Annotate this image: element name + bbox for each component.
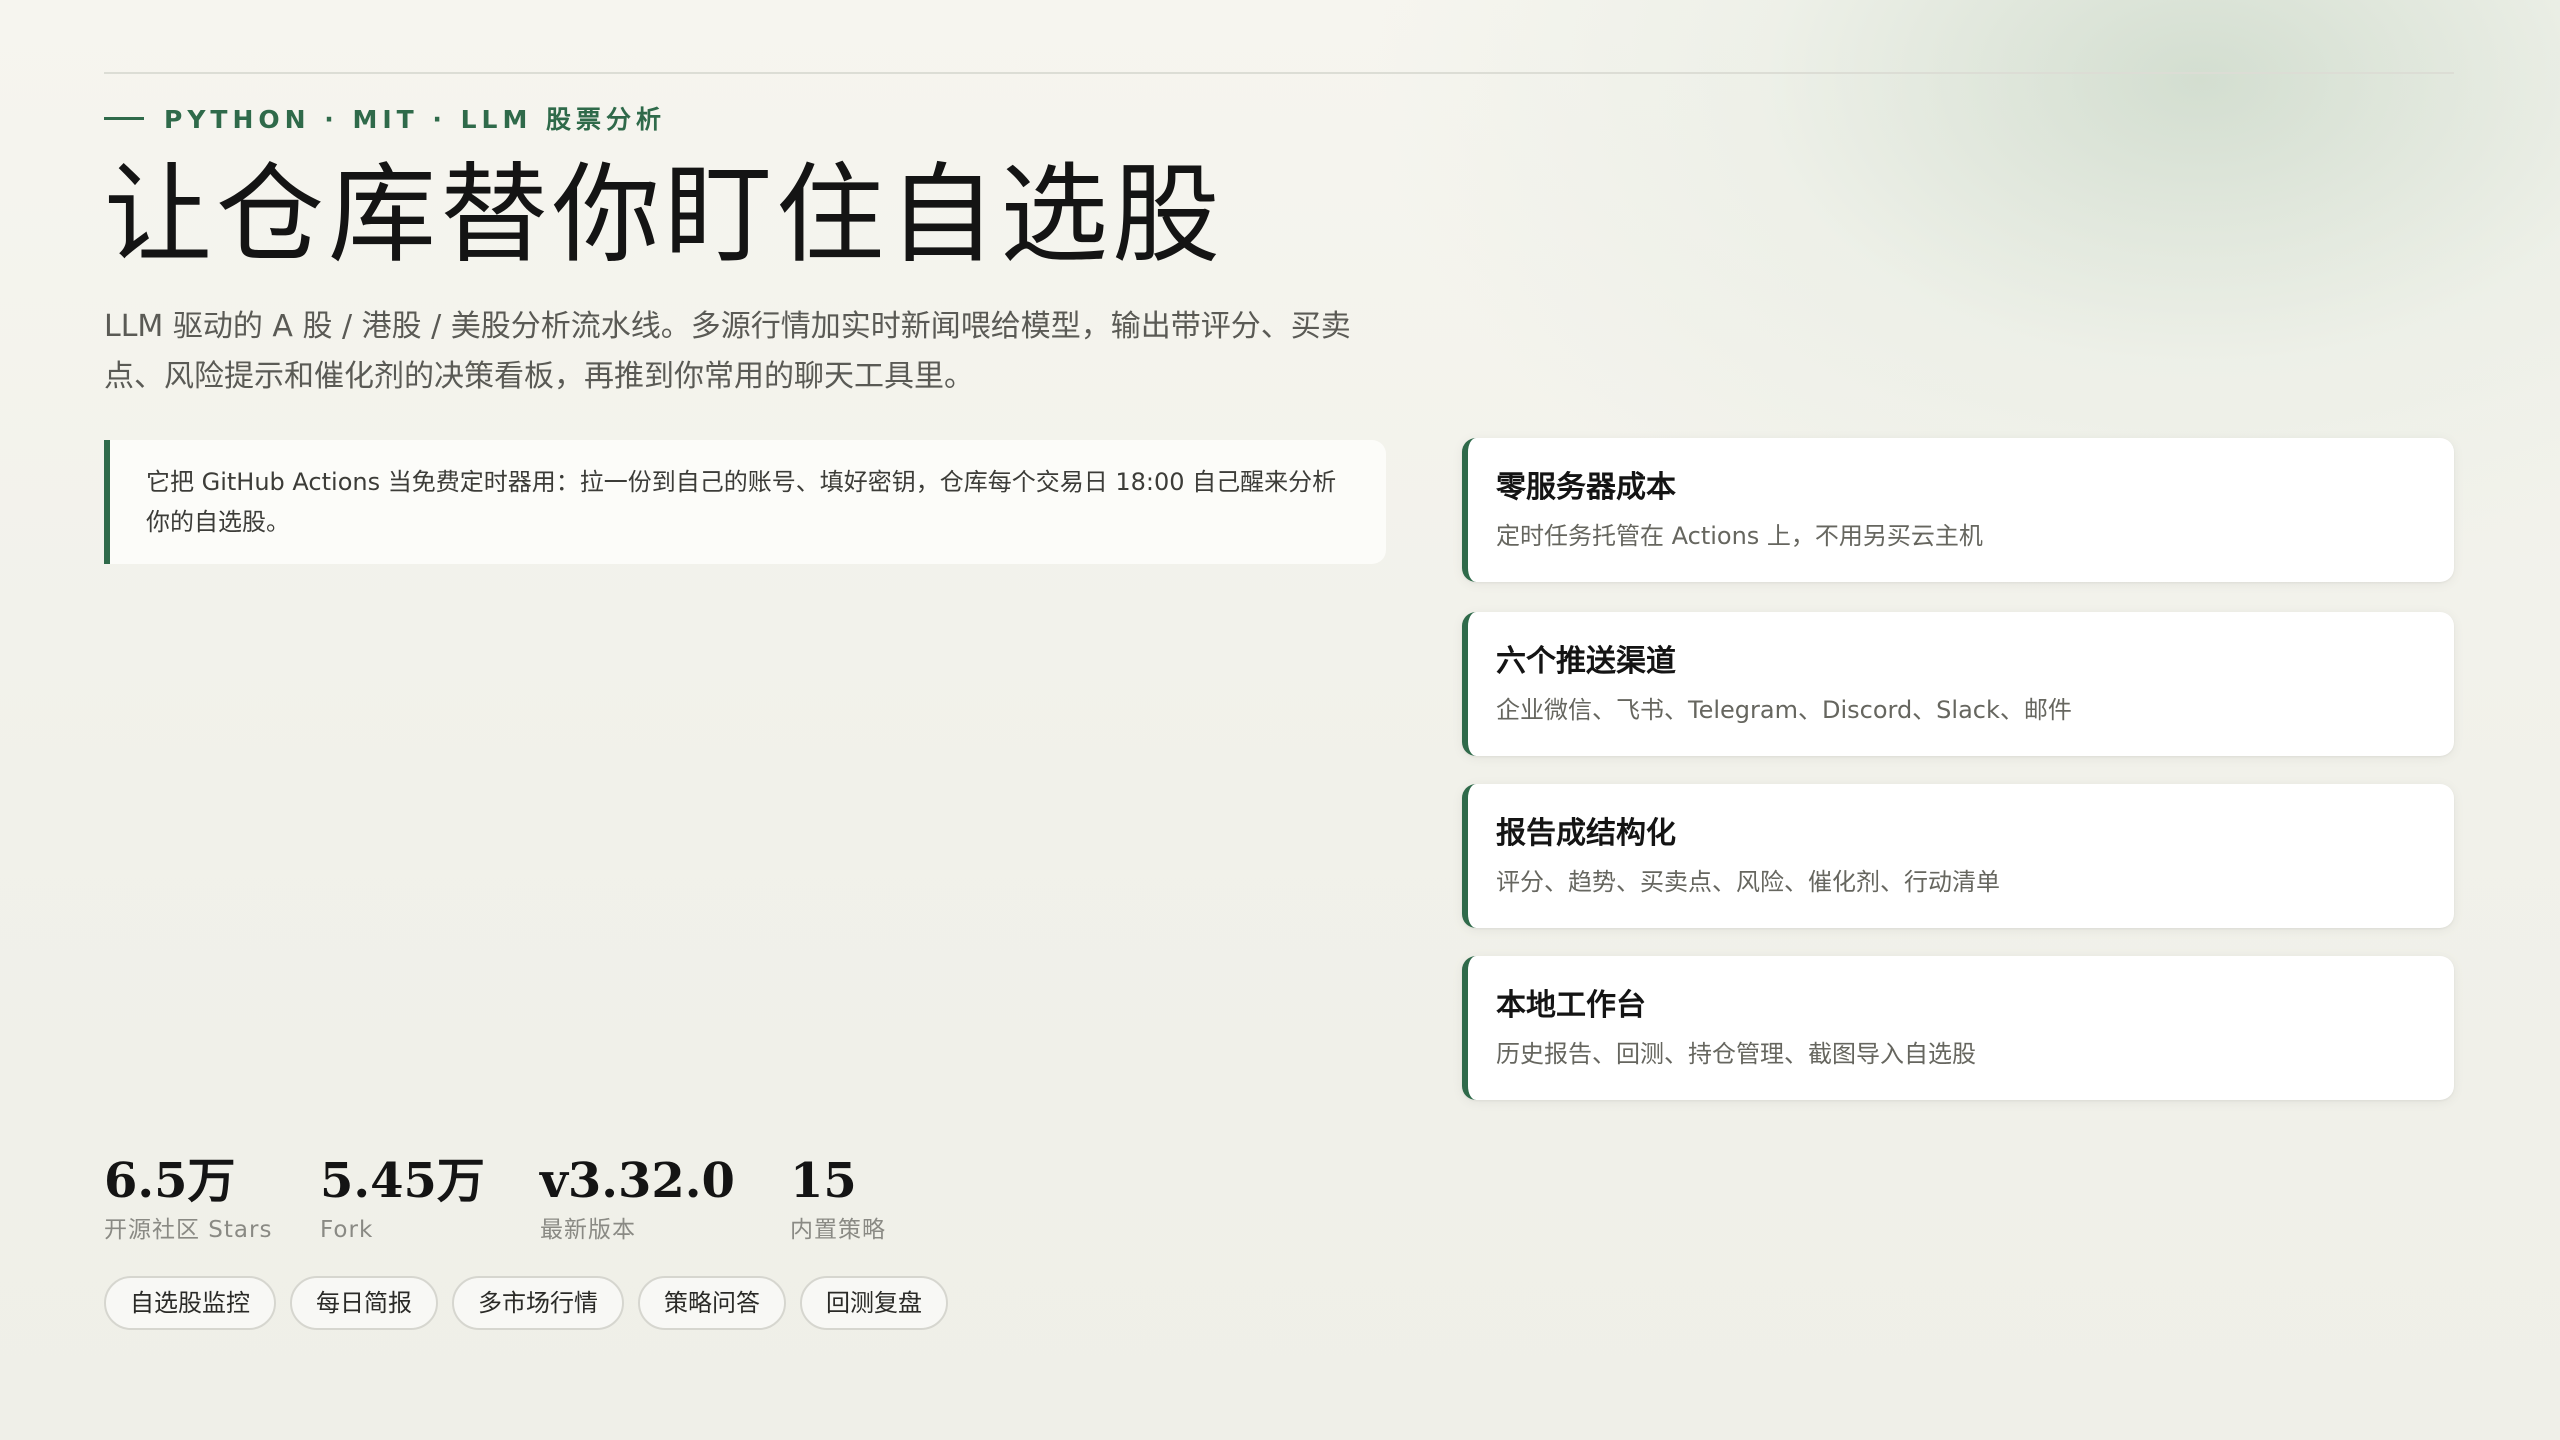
stat-value: v3.32.0 (540, 1153, 735, 1209)
landing-page: PYTHON · MIT · LLM 股票分析 让仓库替你盯住自选股 LLM 驱… (0, 0, 2560, 1440)
stat-value: 6.5万 (104, 1153, 236, 1209)
eyebrow-dash (104, 116, 144, 120)
feature-title: 报告成结构化 (1496, 816, 1676, 851)
feature-desc: 评分、趋势、买卖点、风险、催化剂、行动清单 (1496, 868, 2000, 896)
feature-title: 零服务器成本 (1496, 470, 1676, 505)
stat-label: 开源社区 Stars (104, 1217, 273, 1243)
feature-desc: 历史报告、回测、持仓管理、截图导入自选股 (1496, 1040, 1976, 1068)
stat-label: 最新版本 (540, 1217, 636, 1243)
hero-title: 让仓库替你盯住自选股 (104, 153, 1225, 278)
feature-card-push-channels: 六个推送渠道 企业微信、飞书、Telegram、Discord、Slack、邮件 (1462, 612, 2454, 756)
tag-list: 自选股监控 每日简报 多市场行情 策略问答 回测复盘 (104, 1276, 948, 1332)
stat-label: 内置策略 (790, 1217, 886, 1243)
stat-value: 5.45万 (320, 1153, 485, 1209)
feature-desc: 定时任务托管在 Actions 上，不用另买云主机 (1496, 522, 1983, 550)
eyebrow-text: PYTHON · MIT · LLM 股票分析 (164, 105, 667, 134)
feature-desc: 企业微信、飞书、Telegram、Discord、Slack、邮件 (1496, 696, 2072, 724)
feature-card-zero-server: 零服务器成本 定时任务托管在 Actions 上，不用另买云主机 (1462, 438, 2454, 582)
stat-value: 15 (790, 1153, 857, 1209)
feature-card-structured-report: 报告成结构化 评分、趋势、买卖点、风险、催化剂、行动清单 (1462, 784, 2454, 928)
feature-title: 本地工作台 (1496, 988, 1646, 1023)
callout-box: 它把 GitHub Actions 当免费定时器用：拉一份到自己的账号、填好密钥… (104, 440, 1386, 564)
tag-strategy-qa[interactable]: 策略问答 (638, 1276, 786, 1330)
stat-forks: 5.45万 Fork (320, 1150, 485, 1246)
callout-text: 它把 GitHub Actions 当免费定时器用：拉一份到自己的账号、填好密钥… (146, 468, 1337, 536)
tag-backtest-review[interactable]: 回测复盘 (800, 1276, 948, 1330)
stat-strategies: 15 内置策略 (790, 1150, 886, 1246)
tag-watchlist-monitor[interactable]: 自选股监控 (104, 1276, 276, 1330)
stat-version: v3.32.0 最新版本 (540, 1150, 735, 1246)
top-divider (104, 72, 2454, 74)
tag-daily-brief[interactable]: 每日简报 (290, 1276, 438, 1330)
tag-multi-market[interactable]: 多市场行情 (452, 1276, 624, 1330)
feature-card-local-workbench: 本地工作台 历史报告、回测、持仓管理、截图导入自选股 (1462, 956, 2454, 1100)
stat-stars: 6.5万 开源社区 Stars (104, 1150, 272, 1246)
hero-description: LLM 驱动的 A 股 / 港股 / 美股分析流水线。多源行情加实时新闻喂给模型… (104, 309, 1351, 394)
eyebrow: PYTHON · MIT · LLM 股票分析 (104, 100, 666, 136)
feature-title: 六个推送渠道 (1496, 644, 1676, 679)
stat-label: Fork (320, 1217, 374, 1243)
